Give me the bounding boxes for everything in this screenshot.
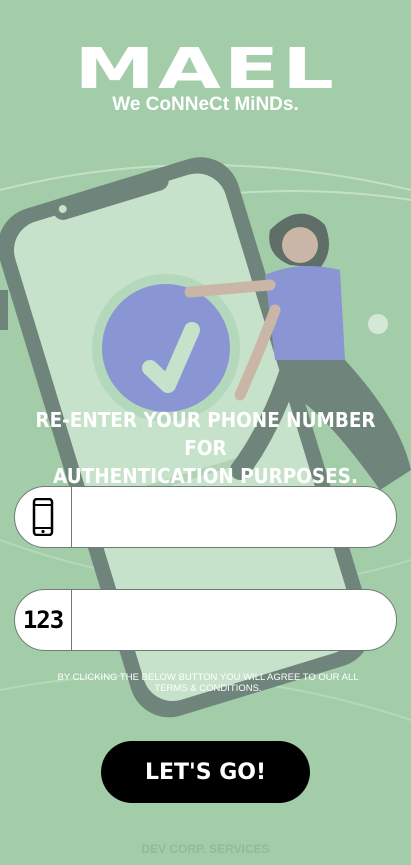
app-tagline: We CoNNeCt MiNDs. [112,94,299,115]
app-logo: MAEL [74,37,337,102]
phone-field[interactable] [14,486,397,548]
heading-line-1: RE-ENTER YOUR PHONE NUMBER FOR [35,408,376,460]
phone-input[interactable] [75,487,393,547]
footer-text: DEV CORP. SERVICES [141,842,270,856]
code-field[interactable]: 123 [14,589,397,651]
numbers-icon: 123 [22,606,64,634]
code-field-icon-box: 123 [15,590,72,650]
phone-field-icon-box [15,487,72,547]
lets-go-button[interactable]: LET'S GO! [101,741,310,803]
page-heading: RE-ENTER YOUR PHONE NUMBER FOR AUTHENTIC… [26,406,386,490]
mobile-phone-icon [32,498,54,536]
terms-line-1: BY CLICKING THE BELOW BUTTON YOU WILL AG… [57,672,359,683]
code-input[interactable] [75,590,393,650]
terms-line-2: TERMS & CONDITIONS. [154,683,262,694]
terms-notice: BY CLICKING THE BELOW BUTTON YOU WILL AG… [50,672,366,694]
